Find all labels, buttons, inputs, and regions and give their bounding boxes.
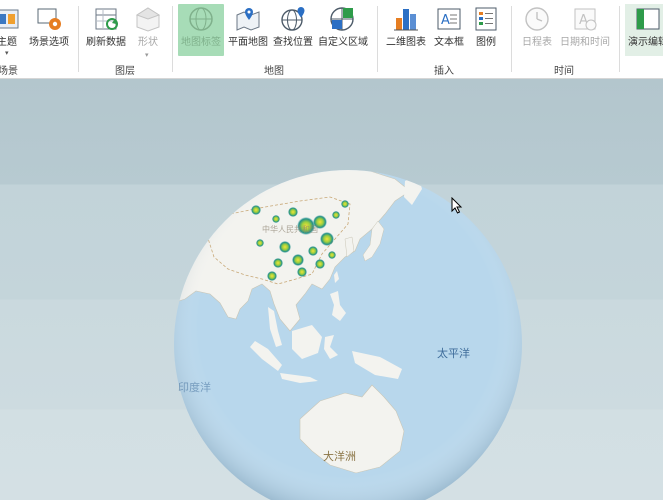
- date-time-icon: A: [570, 4, 600, 34]
- ribbon: 主题 ▾ 场景选项 场景 刷新数据 形状 ▾ 图层 地图标签 平面地图: [0, 0, 663, 79]
- svg-text:A: A: [441, 13, 450, 28]
- mouse-cursor-icon: [451, 197, 463, 214]
- refresh-data-icon: [91, 4, 121, 34]
- group-scene-label: 场景: [0, 66, 18, 77]
- map-labels-button[interactable]: 地图标签: [178, 4, 224, 56]
- bar-chart-icon: [391, 4, 421, 34]
- separator: [619, 6, 620, 72]
- date-time-button[interactable]: A 日期和时间: [557, 4, 613, 56]
- find-location-icon: [278, 4, 308, 34]
- legend-button[interactable]: 图例: [471, 4, 501, 56]
- refresh-data-label: 刷新数据: [86, 37, 126, 48]
- text-box-icon: A: [434, 4, 464, 34]
- text-box-button[interactable]: A 文本框: [431, 4, 467, 56]
- separator: [172, 6, 173, 72]
- custom-region-label: 自定义区域: [318, 37, 368, 48]
- chart-2d-button[interactable]: 二维图表: [384, 4, 428, 56]
- scene-options-icon: [34, 4, 64, 34]
- custom-region-button[interactable]: 自定义区域: [316, 4, 370, 56]
- theme-button[interactable]: 主题: [0, 4, 22, 56]
- separator: [377, 6, 378, 72]
- find-location-label: 查找位置: [273, 37, 313, 48]
- shape-icon: [133, 4, 163, 34]
- scene-options-label: 场景选项: [29, 37, 69, 48]
- indian-ocean-label: 印度洋: [178, 381, 211, 394]
- legend-icon: [471, 4, 501, 34]
- flat-map-button[interactable]: 平面地图: [226, 4, 270, 56]
- refresh-data-button[interactable]: 刷新数据: [83, 4, 129, 56]
- oceania-label: 大洋洲: [323, 450, 356, 463]
- timeline-label: 日程表: [522, 37, 552, 48]
- map-canvas[interactable]: 中华人民共和国 太平洋 印度洋 大洋洲: [0, 79, 663, 500]
- globe[interactable]: [0, 79, 663, 500]
- group-insert-label: 插入: [434, 66, 454, 77]
- clock-icon: [522, 4, 552, 34]
- scene-options-button[interactable]: 场景选项: [25, 4, 73, 56]
- group-map-label: 地图: [264, 66, 284, 77]
- chart-2d-label: 二维图表: [386, 37, 426, 48]
- map-labels-label: 地图标签: [181, 37, 221, 48]
- separator: [78, 6, 79, 72]
- flat-map-icon: [233, 4, 263, 34]
- group-layer-label: 图层: [115, 66, 135, 77]
- group-time-label: 时间: [554, 66, 574, 77]
- timeline-button[interactable]: 日程表: [519, 4, 555, 56]
- theme-dropdown-icon[interactable]: ▾: [5, 49, 9, 57]
- shape-dropdown-icon[interactable]: ▾: [145, 51, 149, 59]
- map-labels-icon: [186, 4, 216, 34]
- china-label: 中华人民共和国: [262, 225, 318, 234]
- shape-label: 形状: [138, 37, 158, 48]
- separator: [511, 6, 512, 72]
- tour-editor-button[interactable]: 演示编辑: [625, 4, 663, 56]
- theme-icon: [0, 4, 22, 34]
- custom-region-icon: [328, 4, 358, 34]
- find-location-button[interactable]: 查找位置: [271, 4, 315, 56]
- tour-editor-label: 演示编辑: [628, 37, 663, 48]
- flat-map-label: 平面地图: [228, 37, 268, 48]
- pacific-ocean-label: 太平洋: [437, 347, 470, 360]
- tour-editor-icon: [633, 4, 663, 34]
- shape-button[interactable]: 形状: [134, 4, 162, 56]
- legend-label: 图例: [476, 37, 496, 48]
- theme-label: 主题: [0, 37, 17, 48]
- date-time-label: 日期和时间: [560, 37, 610, 48]
- text-box-label: 文本框: [434, 37, 464, 48]
